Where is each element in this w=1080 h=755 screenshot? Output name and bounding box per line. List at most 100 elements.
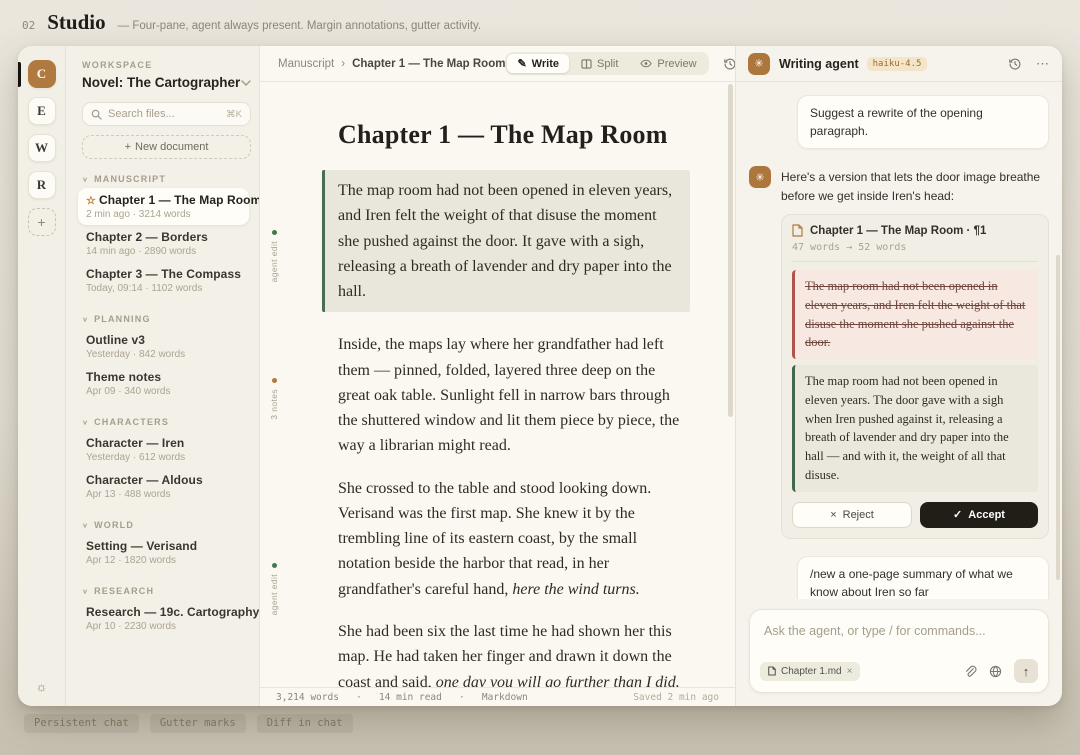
file-item-setting-verisand[interactable]: Setting — Verisand Apr 12 · 1820 words [78, 534, 249, 571]
agent-panel: ✳ Writing agent haiku-4.5 ⋯ Suggest a re… [735, 46, 1062, 706]
document-icon [768, 666, 776, 676]
pencil-icon: ✎ [517, 57, 526, 70]
tab-write[interactable]: ✎Write [507, 54, 569, 73]
chevron-down-icon: ∨ [82, 315, 89, 322]
new-document-button[interactable]: + New document [82, 135, 251, 159]
user-message: Suggest a rewrite of the opening paragra… [797, 95, 1049, 149]
gutter-mark-agent-edit-2[interactable]: agent edit [267, 563, 281, 615]
diff-file-name: Chapter 1 — The Map Room · ¶1 [810, 225, 986, 237]
file-item-outline-v3[interactable]: Outline v3 Yesterday · 842 words [78, 328, 249, 365]
globe-icon[interactable] [989, 665, 1002, 678]
chevron-down-icon: ∨ [82, 175, 89, 182]
search-box[interactable]: ⌘K [82, 102, 251, 126]
gutter-mark-agent-edit-1[interactable]: agent edit [267, 230, 281, 282]
search-input[interactable] [108, 108, 220, 120]
chat-history-icon[interactable] [1008, 57, 1022, 71]
document-content[interactable]: Chapter 1 — The Map Room The map room ha… [338, 120, 690, 687]
chevron-down-icon: ∨ [82, 521, 89, 528]
tab-split[interactable]: Split [571, 54, 628, 73]
document-title: Chapter 1 — The Map Room [338, 120, 690, 150]
section-world[interactable]: ∨WORLD [82, 520, 251, 530]
app-title: Studio [47, 10, 105, 35]
tag-gutter-marks: Gutter marks [150, 714, 246, 733]
diff-stats: 47 words → 52 words [792, 242, 1038, 262]
reject-button[interactable]: ×Reject [792, 502, 912, 528]
rail-item-e[interactable]: E [28, 97, 56, 125]
page-number: 02 [22, 19, 35, 32]
eye-icon [640, 59, 652, 68]
rail-active-indicator [18, 62, 21, 87]
gutter-mark-notes[interactable]: 3 notes [267, 378, 281, 420]
workspace-name: Novel: The Cartographer [82, 75, 241, 90]
attach-icon[interactable] [964, 664, 977, 678]
file-item-chapter-1[interactable]: ☆Chapter 1 — The Map Room 2 min ago · 32… [78, 188, 249, 225]
workspace-label: WORKSPACE [82, 60, 251, 70]
agent-title: Writing agent [779, 57, 859, 71]
agent-avatar: ✳ [748, 53, 770, 75]
chevron-down-icon: ∨ [82, 587, 89, 594]
add-workspace-button[interactable]: + [28, 208, 56, 236]
tag-diff-in-chat: Diff in chat [257, 714, 353, 733]
model-badge: haiku-4.5 [867, 57, 928, 71]
chevron-down-icon: ∨ [82, 418, 89, 425]
editor-statusbar: 3,214 words · 14 min read · Markdown Sav… [260, 687, 735, 706]
file-sidebar: WORKSPACE Novel: The Cartographer ⌘K + N… [66, 46, 260, 706]
tag-persistent-chat: Persistent chat [24, 714, 139, 733]
app-window: C E W R + ☼ WORKSPACE Novel: The Cartogr… [18, 46, 1062, 706]
chat-scrollbar[interactable] [1056, 255, 1060, 580]
agent-header: ✳ Writing agent haiku-4.5 ⋯ [736, 46, 1062, 82]
rail-item-w[interactable]: W [28, 134, 56, 162]
breadcrumb-current: Chapter 1 — The Map Room [352, 58, 505, 70]
section-manuscript[interactable]: ∨MANUSCRIPT [82, 174, 251, 184]
file-item-research-cartography[interactable]: Research — 19c. Cartography Apr 10 · 223… [78, 600, 249, 637]
diff-added-text: The map room had not been opened in elev… [792, 365, 1038, 492]
file-item-chapter-2[interactable]: Chapter 2 — Borders 14 min ago · 2890 wo… [78, 225, 249, 262]
plus-icon: + [125, 141, 131, 153]
close-icon[interactable]: × [847, 666, 853, 677]
chat-composer[interactable]: Chapter 1.md × ↑ [749, 609, 1049, 693]
agent-message: ✳ Here's a version that lets the door im… [749, 166, 1049, 205]
diff-card: Chapter 1 — The Map Room · ¶1 47 words →… [781, 214, 1049, 539]
accept-button[interactable]: ✓Accept [920, 502, 1038, 528]
agent-avatar: ✳ [749, 166, 771, 188]
file-item-chapter-3[interactable]: Chapter 3 — The Compass Today, 09:14 · 1… [78, 262, 249, 299]
feature-tags: Persistent chat Gutter marks Diff in cha… [24, 714, 353, 733]
breadcrumb-separator: › [341, 58, 345, 70]
breadcrumb-root[interactable]: Manuscript [278, 58, 334, 70]
tab-preview[interactable]: Preview [630, 54, 706, 73]
theme-toggle-icon[interactable]: ☼ [36, 679, 48, 694]
editor-scrollbar[interactable] [728, 84, 733, 417]
chat-more-menu[interactable]: ⋯ [1036, 56, 1050, 72]
editor-header: Manuscript › Chapter 1 — The Map Room ✎W… [260, 46, 735, 82]
rail-item-r[interactable]: R [28, 171, 56, 199]
user-message: /new a one-page summary of what we know … [797, 556, 1049, 599]
file-item-character-iren[interactable]: Character — Iren Yesterday · 612 words [78, 431, 249, 468]
paragraph[interactable]: She had been six the last time he had sh… [338, 619, 690, 687]
send-button[interactable]: ↑ [1014, 659, 1038, 683]
editor-pane: Manuscript › Chapter 1 — The Map Room ✎W… [260, 46, 735, 706]
chat-messages: Suggest a rewrite of the opening paragra… [736, 82, 1062, 599]
section-research[interactable]: ∨RESEARCH [82, 586, 251, 596]
file-item-character-aldous[interactable]: Character — Aldous Apr 13 · 488 words [78, 468, 249, 505]
section-characters[interactable]: ∨CHARACTERS [82, 417, 251, 427]
paragraph-highlighted[interactable]: The map room had not been opened in elev… [322, 170, 690, 312]
agent-edit-dot [272, 563, 277, 568]
rail-item-cartographer[interactable]: C [28, 60, 56, 88]
paragraph[interactable]: Inside, the maps lay where her grandfath… [338, 332, 690, 458]
paragraph[interactable]: She crossed to the table and stood looki… [338, 476, 690, 602]
agent-edit-dot [272, 230, 277, 235]
context-chip-chapter-1[interactable]: Chapter 1.md × [760, 662, 860, 681]
split-icon [581, 59, 592, 69]
notes-dot [272, 378, 277, 383]
view-mode-toggle: ✎Write Split Preview [505, 52, 708, 75]
chat-input[interactable] [764, 624, 1034, 638]
section-planning[interactable]: ∨PLANNING [82, 314, 251, 324]
check-icon: ✓ [953, 508, 962, 521]
word-count-status: 3,214 words · 14 min read · Markdown [276, 692, 528, 703]
star-icon: ☆ [86, 195, 96, 207]
page-titlebar: 02 Studio — Four-pane, agent always pres… [22, 10, 481, 35]
workspace-switcher[interactable]: Novel: The Cartographer [82, 75, 251, 90]
workspace-rail: C E W R + ☼ [18, 46, 66, 706]
close-icon: × [830, 509, 836, 521]
file-item-theme-notes[interactable]: Theme notes Apr 09 · 340 words [78, 365, 249, 402]
